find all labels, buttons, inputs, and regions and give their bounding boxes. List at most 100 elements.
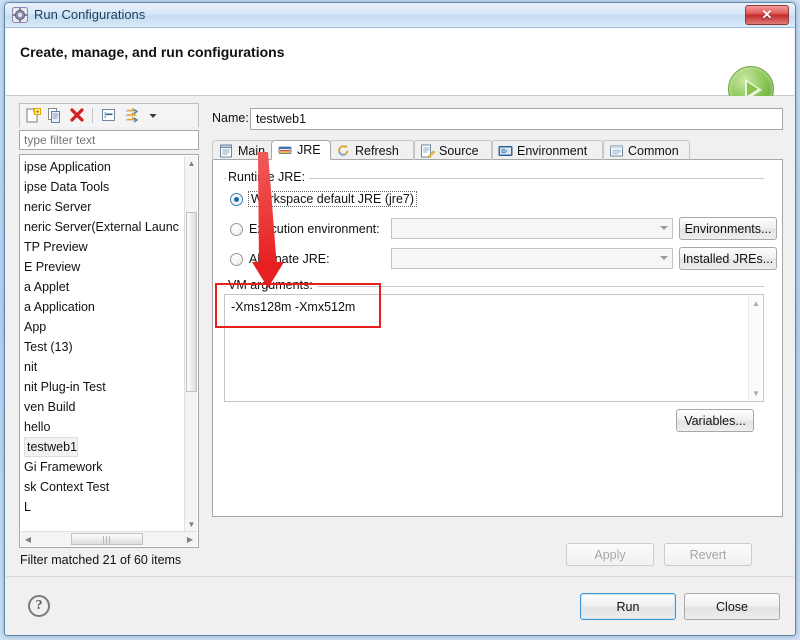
revert-button[interactable]: Revert (664, 543, 752, 566)
installed-jres-button[interactable]: Installed JREs... (679, 247, 777, 270)
vm-arguments-field[interactable]: -Xms128m -Xmx512m ▲ ▼ (224, 294, 764, 402)
scroll-right-icon[interactable]: ▶ (183, 532, 197, 546)
scroll-down-icon[interactable]: ▼ (749, 386, 763, 400)
list-item-selected[interactable]: testweb1 (24, 437, 79, 457)
radio-alternate-jre[interactable]: Alternate JRE: (230, 248, 330, 270)
name-row: Name: (208, 108, 784, 130)
jre-tab-content: Runtime JRE: Workspace default JRE (jre7… (212, 160, 783, 517)
chevron-down-icon (660, 226, 668, 230)
radio-button-icon[interactable] (230, 192, 243, 206)
chevron-down-icon (660, 256, 668, 260)
list-item[interactable]: E Preview (20, 257, 184, 277)
tab-refresh-label: Refresh (355, 143, 399, 158)
filter-input[interactable] (19, 130, 199, 150)
refresh-tab-icon (336, 144, 351, 158)
configurations-tree[interactable]: ipse Application ipse Data Tools neric S… (19, 154, 199, 548)
list-item[interactable]: a Applet (20, 277, 184, 297)
tab-environment-label: Environment (517, 143, 588, 158)
scroll-up-icon[interactable]: ▲ (185, 156, 198, 170)
jre-tab-icon (278, 143, 293, 157)
apply-revert-bar: Apply Revert (474, 543, 774, 569)
list-item[interactable]: hello (20, 417, 184, 437)
configurations-tree-items: ipse Application ipse Data Tools neric S… (20, 157, 184, 531)
main-tab-icon (219, 144, 234, 158)
tab-main[interactable]: Main (212, 140, 275, 160)
tree-horizontal-scrollbar[interactable]: ◀ ||| ▶ (21, 531, 197, 546)
tab-strip: Main JRE Refresh Source Environment Comm… (212, 139, 783, 160)
variables-button[interactable]: Variables... (676, 409, 754, 432)
filter-launch-configurations-icon[interactable] (122, 107, 142, 125)
execution-environment-combo[interactable] (391, 218, 673, 239)
tab-jre[interactable]: JRE (271, 140, 331, 160)
vm-arguments-scrollbar[interactable]: ▲ ▼ (748, 296, 762, 400)
view-menu-chevron-icon[interactable] (146, 107, 160, 125)
apply-button[interactable]: Apply (566, 543, 654, 566)
list-item[interactable]: ipse Application (20, 157, 184, 177)
tab-source-label: Source (439, 143, 479, 158)
collapse-all-icon[interactable] (100, 107, 120, 125)
tab-common-label: Common (628, 143, 679, 158)
configurations-toolbar (19, 103, 199, 127)
configuration-editor: Name: Main (208, 103, 784, 575)
radio-button-icon[interactable] (230, 252, 243, 266)
list-item[interactable]: nit (20, 357, 184, 377)
radio-execution-environment[interactable]: Execution environment: (230, 218, 380, 240)
list-item[interactable]: neric Server(External Launc (20, 217, 184, 237)
dialog-header: Create, manage, and run configurations (6, 28, 794, 112)
dialog-titlebar: Run Configurations ✕ (5, 3, 795, 28)
close-window-button[interactable]: ✕ (745, 5, 789, 25)
runtime-jre-group: Runtime JRE: Workspace default JRE (jre7… (224, 170, 777, 270)
scroll-up-icon[interactable]: ▲ (749, 296, 763, 310)
close-icon: ✕ (761, 7, 773, 22)
runtime-jre-group-title: Runtime JRE: (226, 170, 310, 184)
delete-configuration-icon[interactable] (68, 107, 88, 125)
source-tab-icon (420, 144, 436, 158)
close-button[interactable]: Close (684, 593, 780, 620)
list-item[interactable]: ven Build (20, 397, 184, 417)
list-item[interactable]: L (20, 497, 184, 517)
radio-alternate-jre-label: Alternate JRE: (249, 252, 330, 266)
vm-arguments-group: VM arguments: -Xms128m -Xmx512m ▲ ▼ Vari… (224, 278, 764, 432)
list-item[interactable]: ipse Data Tools (20, 177, 184, 197)
radio-workspace-default-jre[interactable]: Workspace default JRE (jre7) (230, 188, 418, 210)
list-item[interactable]: TP Preview (20, 237, 184, 257)
run-configurations-dialog: Run Configurations ✕ Create, manage, and… (4, 2, 796, 636)
list-item[interactable]: nit Plug-in Test (20, 377, 184, 397)
dialog-footer: ? Run Close (6, 576, 794, 634)
tab-common[interactable]: Common (602, 140, 690, 160)
scroll-thumb-horizontal[interactable]: ||| (71, 533, 143, 545)
tab-source[interactable]: Source (413, 140, 493, 160)
list-item[interactable]: sk Context Test (20, 477, 184, 497)
radio-execution-environment-label: Execution environment: (249, 222, 380, 236)
screenshot-root: Run Configurations ✕ Create, manage, and… (0, 0, 800, 640)
tab-refresh[interactable]: Refresh (329, 140, 415, 160)
tree-vertical-scrollbar[interactable]: ▲ ▼ (184, 156, 197, 531)
configuration-tabfolder: Main JRE Refresh Source Environment Comm… (212, 139, 783, 517)
radio-workspace-default-jre-label: Workspace default JRE (jre7) (247, 191, 418, 207)
list-item[interactable]: neric Server (20, 197, 184, 217)
help-question-icon[interactable]: ? (28, 595, 50, 617)
configurations-panel: ipse Application ipse Data Tools neric S… (19, 103, 199, 575)
dialog-title: Run Configurations (34, 7, 146, 22)
list-item[interactable]: App (20, 317, 184, 337)
list-item[interactable]: Test (13) (20, 337, 184, 357)
scroll-thumb-vertical[interactable] (186, 212, 197, 392)
name-label: Name: (212, 111, 249, 125)
name-input[interactable] (250, 108, 783, 130)
scroll-down-icon[interactable]: ▼ (185, 517, 198, 531)
new-configuration-icon[interactable] (24, 107, 44, 125)
duplicate-configuration-icon[interactable] (46, 107, 66, 125)
radio-button-icon[interactable] (230, 222, 243, 236)
alternate-jre-combo[interactable] (391, 248, 673, 269)
tab-environment[interactable]: Environment (491, 140, 604, 160)
vm-arguments-value: -Xms128m -Xmx512m (231, 300, 356, 314)
dialog-body: ipse Application ipse Data Tools neric S… (6, 96, 794, 576)
page-title: Create, manage, and run configurations (20, 44, 285, 60)
common-tab-icon (609, 144, 624, 158)
tab-jre-label: JRE (297, 143, 321, 157)
run-button[interactable]: Run (580, 593, 676, 620)
scroll-left-icon[interactable]: ◀ (21, 532, 35, 546)
environments-button[interactable]: Environments... (679, 217, 777, 240)
list-item[interactable]: a Application (20, 297, 184, 317)
list-item[interactable]: Gi Framework (20, 457, 184, 477)
